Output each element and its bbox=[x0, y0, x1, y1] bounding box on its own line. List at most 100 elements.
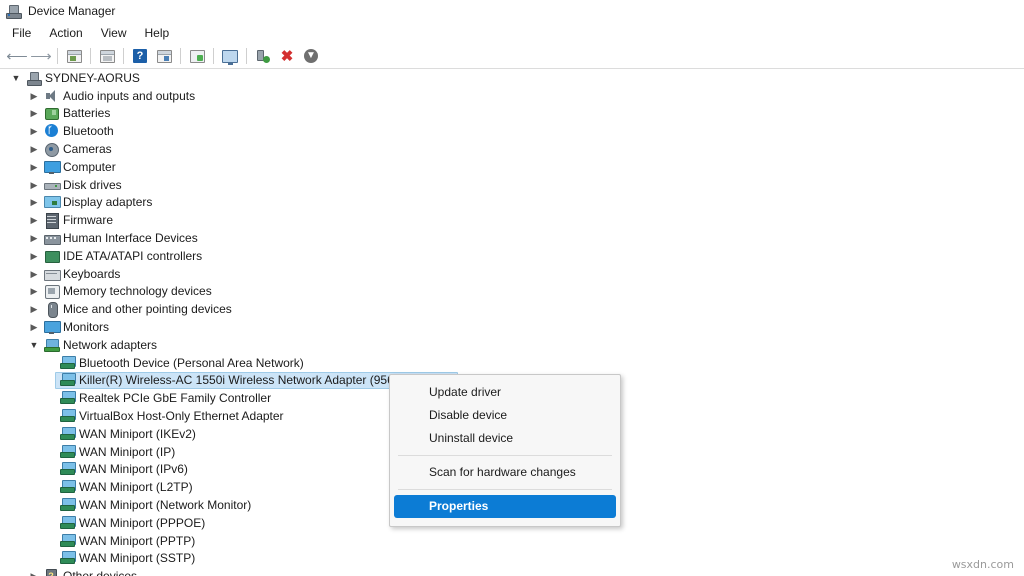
chevron-right-icon[interactable]: ▶ bbox=[26, 319, 42, 335]
tree-item-wan-pptp[interactable]: WAN Miniport (PPTP) bbox=[0, 532, 1024, 550]
show-tree-icon[interactable] bbox=[63, 45, 85, 67]
tree-item-network-adapters[interactable]: ▼ Network adapters bbox=[0, 336, 1024, 354]
tree-item-mice[interactable]: ▶ Mice and other pointing devices bbox=[0, 300, 1024, 318]
tree-root-item[interactable]: ▼ SYDNEY-AORUS bbox=[0, 69, 1024, 87]
tree-item-ide-controllers[interactable]: ▶ IDE ATA/ATAPI controllers bbox=[0, 247, 1024, 265]
network-card-icon bbox=[58, 355, 76, 371]
ctx-update-driver[interactable]: Update driver bbox=[394, 381, 616, 404]
help-icon[interactable]: ? bbox=[129, 45, 151, 67]
network-card-icon bbox=[58, 408, 76, 424]
menu-action[interactable]: Action bbox=[40, 23, 91, 44]
tree-item-label: Other devices bbox=[60, 568, 137, 576]
menu-view[interactable]: View bbox=[92, 23, 136, 44]
tree-item-label: WAN Miniport (IKEv2) bbox=[76, 426, 196, 442]
ide-controller-icon bbox=[42, 248, 60, 264]
network-card-icon bbox=[58, 479, 76, 495]
device-manager-window: Device Manager File Action View Help ⟵ ⟶… bbox=[0, 0, 1024, 576]
chevron-right-icon[interactable]: ▶ bbox=[26, 230, 42, 246]
tree-item-label: Killer(R) Wireless-AC 1550i Wireless Net… bbox=[76, 372, 434, 388]
toolbar-separator bbox=[90, 48, 91, 64]
tree-item-label: WAN Miniport (IPv6) bbox=[76, 461, 188, 477]
firmware-icon bbox=[42, 212, 60, 228]
tree-item-label: WAN Miniport (IP) bbox=[76, 444, 175, 460]
speaker-icon bbox=[42, 88, 60, 104]
tree-item-cameras[interactable]: ▶ Cameras bbox=[0, 140, 1024, 158]
toolbar: ⟵ ⟶ ? ✖ ▼ bbox=[0, 44, 1024, 69]
tree-item-label: Disk drives bbox=[60, 177, 122, 193]
uninstall-device-icon[interactable]: ✖ bbox=[276, 45, 298, 67]
chevron-right-icon[interactable]: ▶ bbox=[26, 266, 42, 282]
chevron-right-icon[interactable]: ▶ bbox=[26, 159, 42, 175]
tree-item-label: Network adapters bbox=[60, 337, 157, 353]
device-manager-icon bbox=[5, 3, 21, 19]
tree-item-label: Memory technology devices bbox=[60, 283, 212, 299]
tree-item-label: Monitors bbox=[60, 319, 109, 335]
properties-icon[interactable] bbox=[96, 45, 118, 67]
chevron-right-icon[interactable]: ▶ bbox=[26, 123, 42, 139]
context-menu-separator bbox=[398, 455, 612, 456]
scan-view-icon[interactable] bbox=[153, 45, 175, 67]
tree-item-label: VirtualBox Host-Only Ethernet Adapter bbox=[76, 408, 284, 424]
tree-item-batteries[interactable]: ▶ Batteries bbox=[0, 105, 1024, 123]
forward-arrow-icon[interactable]: ⟶ bbox=[30, 45, 52, 67]
disable-device-icon[interactable]: ▼ bbox=[300, 45, 322, 67]
chevron-right-icon[interactable]: ▶ bbox=[26, 283, 42, 299]
menu-file[interactable]: File bbox=[3, 23, 40, 44]
network-card-icon bbox=[58, 533, 76, 549]
tree-item-wan-sstp[interactable]: WAN Miniport (SSTP) bbox=[0, 550, 1024, 568]
chevron-right-icon[interactable]: ▶ bbox=[26, 568, 42, 576]
tree-item-label: Audio inputs and outputs bbox=[60, 88, 195, 104]
chevron-right-icon[interactable]: ▶ bbox=[26, 141, 42, 157]
tree-item-keyboards[interactable]: ▶ Keyboards bbox=[0, 265, 1024, 283]
ctx-disable-device[interactable]: Disable device bbox=[394, 404, 616, 427]
scan-hardware-icon[interactable] bbox=[186, 45, 208, 67]
chevron-right-icon[interactable]: ▶ bbox=[26, 105, 42, 121]
back-arrow-icon[interactable]: ⟵ bbox=[6, 45, 28, 67]
monitor-icon bbox=[42, 319, 60, 335]
tree-item-disk-drives[interactable]: ▶ Disk drives bbox=[0, 176, 1024, 194]
chevron-right-icon[interactable]: ▶ bbox=[26, 88, 42, 104]
chevron-right-icon[interactable]: ▶ bbox=[26, 248, 42, 264]
hid-icon bbox=[42, 230, 60, 246]
tree-item-bluetooth-pan[interactable]: Bluetooth Device (Personal Area Network) bbox=[0, 354, 1024, 372]
network-card-icon bbox=[58, 444, 76, 460]
tree-item-other-devices[interactable]: ▶ ? Other devices bbox=[0, 567, 1024, 576]
menu-help[interactable]: Help bbox=[136, 23, 179, 44]
bluetooth-icon: ᚴ bbox=[42, 123, 60, 139]
tree-item-label: WAN Miniport (SSTP) bbox=[76, 550, 195, 566]
update-driver-icon[interactable] bbox=[252, 45, 274, 67]
tree-item-label: Display adapters bbox=[60, 194, 152, 210]
tree-item-label: Bluetooth Device (Personal Area Network) bbox=[76, 355, 304, 371]
chevron-down-icon[interactable]: ▼ bbox=[26, 337, 42, 353]
network-card-icon bbox=[58, 461, 76, 477]
tree-item-bluetooth[interactable]: ▶ ᚴ Bluetooth bbox=[0, 122, 1024, 140]
window-title: Device Manager bbox=[28, 0, 115, 22]
chevron-down-icon[interactable]: ▼ bbox=[8, 70, 24, 86]
menu-bar: File Action View Help bbox=[0, 22, 1024, 44]
tree-item-monitors[interactable]: ▶ Monitors bbox=[0, 318, 1024, 336]
tree-item-label: WAN Miniport (PPTP) bbox=[76, 533, 195, 549]
monitor-icon[interactable] bbox=[219, 45, 241, 67]
tree-item-computer[interactable]: ▶ Computer bbox=[0, 158, 1024, 176]
tree-item-hid[interactable]: ▶ Human Interface Devices bbox=[0, 229, 1024, 247]
context-menu-separator bbox=[398, 489, 612, 490]
tree-item-label: Computer bbox=[60, 159, 116, 175]
tree-item-memory-technology[interactable]: ▶ Memory technology devices bbox=[0, 283, 1024, 301]
chevron-right-icon[interactable]: ▶ bbox=[26, 301, 42, 317]
tree-item-firmware[interactable]: ▶ Firmware bbox=[0, 211, 1024, 229]
tree-item-display-adapters[interactable]: ▶ Display adapters bbox=[0, 194, 1024, 212]
chevron-right-icon[interactable]: ▶ bbox=[26, 212, 42, 228]
toolbar-separator bbox=[180, 48, 181, 64]
ctx-uninstall-device[interactable]: Uninstall device bbox=[394, 427, 616, 450]
tree-item-label: Cameras bbox=[60, 141, 112, 157]
network-card-icon bbox=[58, 426, 76, 442]
tree-item-label: SYDNEY-AORUS bbox=[42, 70, 140, 86]
context-menu: Update driver Disable device Uninstall d… bbox=[389, 374, 621, 527]
tree-item-audio[interactable]: ▶ Audio inputs and outputs bbox=[0, 87, 1024, 105]
ctx-scan-hardware-changes[interactable]: Scan for hardware changes bbox=[394, 461, 616, 484]
chevron-right-icon[interactable]: ▶ bbox=[26, 177, 42, 193]
tree-item-label: IDE ATA/ATAPI controllers bbox=[60, 248, 202, 264]
chevron-right-icon[interactable]: ▶ bbox=[26, 194, 42, 210]
ctx-properties[interactable]: Properties bbox=[394, 495, 616, 518]
computer-root-icon bbox=[24, 70, 42, 86]
